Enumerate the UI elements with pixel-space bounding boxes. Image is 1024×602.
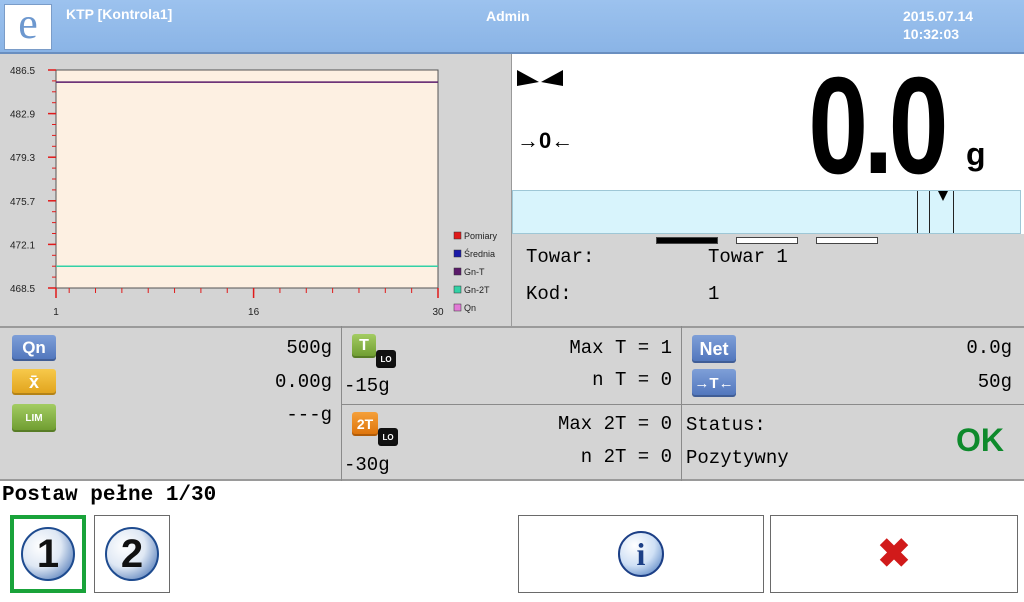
net-icon: Net [692, 335, 736, 363]
close-icon: ✖ [877, 532, 911, 576]
app-logo-icon: e [4, 2, 52, 50]
user-name: Admin [486, 8, 530, 24]
stability-icon [517, 70, 563, 86]
x-tick-label: 30 [432, 307, 444, 318]
legend-label: Gn-T [464, 267, 485, 277]
number-1-icon: 1 [21, 527, 75, 581]
t-value: -15g [344, 375, 390, 397]
x-axis: 1 16 30 [53, 288, 444, 318]
towar-label: Towar: [526, 246, 595, 268]
legend-swatch [453, 285, 462, 294]
max-t: Max T = 1 [569, 337, 672, 359]
status-ok-badge: OK [956, 422, 1004, 458]
net-value: 0.0g [966, 337, 1012, 359]
info-button[interactable]: i [518, 515, 764, 593]
n-t: n T = 0 [592, 369, 672, 391]
t-lo-icon: LO [376, 350, 396, 368]
page-indicator [736, 237, 798, 244]
date: 2015.07.14 [903, 8, 974, 24]
legend-swatch [453, 231, 462, 240]
legend-label: Qn [464, 303, 476, 313]
info-icon: i [618, 531, 664, 577]
control-chart: 486.5 482.9 479.3 475.7 472.1 468.5 1 16 30 Pom… [10, 66, 498, 318]
qn-icon: Qn [12, 335, 56, 361]
qn-value: 500g [286, 337, 332, 359]
control-chart-panel: 486.5 482.9 479.3 475.7 472.1 468.5 1 16 30 Pom… [0, 54, 512, 326]
bargraph-marker-icon [938, 191, 948, 201]
bargraph-threshold-line [917, 191, 918, 233]
weight-value: 0.0 [808, 49, 948, 203]
n-2t: n 2T = 0 [580, 446, 672, 468]
button-1[interactable]: 1 [10, 515, 86, 593]
chart-plot-area [55, 69, 439, 289]
y-tick-label: 475.7 [10, 197, 35, 208]
mean-value: 0.00g [274, 371, 332, 393]
y-tick-label: 482.9 [10, 110, 35, 121]
number-2-icon: 2 [105, 527, 159, 581]
towar-value: Towar 1 [708, 246, 788, 268]
2t-value: -30g [344, 454, 390, 476]
t-icon: T [352, 334, 376, 358]
2t-icon: 2T [352, 412, 378, 436]
mean-limit-icon: LIM [12, 404, 56, 432]
bargraph-threshold-line [953, 191, 954, 233]
y-tick-label: 472.1 [10, 240, 35, 251]
max-2t: Max 2T = 0 [557, 413, 672, 435]
zero-icon: →0← [517, 128, 574, 153]
legend-swatch [453, 303, 462, 312]
legend-label: Pomiary [464, 231, 498, 241]
time: 10:32:03 [903, 26, 960, 42]
legend-swatch [453, 249, 462, 258]
y-axis: 486.5 482.9 479.3 475.7 472.1 468.5 [10, 66, 56, 295]
tare-value: 50g [977, 371, 1012, 393]
status-value: Pozytywny [686, 447, 789, 469]
kod-label: Kod: [526, 283, 572, 305]
button-2[interactable]: 2 [94, 515, 170, 593]
mean-icon: x̄ [12, 369, 56, 395]
weight-unit: g [966, 136, 986, 172]
page-indicator-active [656, 237, 718, 244]
mean-limit-value: ---g [286, 404, 332, 426]
x-tick-label: 1 [53, 307, 59, 318]
chart-legend: Pomiary Średnia Gn-T Gn-2T Qn [453, 231, 498, 313]
operator-message: Postaw pełne 1/30 [2, 484, 217, 507]
legend-swatch [453, 267, 462, 276]
cancel-button[interactable]: ✖ [770, 515, 1018, 593]
weight-display [512, 54, 1024, 190]
app-title: KTP [Kontrola1] [66, 6, 173, 22]
y-tick-label: 479.3 [10, 153, 35, 164]
2t-lo-icon: LO [378, 428, 398, 446]
y-tick-label: 486.5 [10, 66, 35, 77]
x-tick-label: 16 [248, 307, 260, 318]
y-tick-label: 468.5 [10, 284, 35, 295]
tare-icon: →T← [692, 369, 736, 397]
page-indicator [816, 237, 878, 244]
legend-label: Gn-2T [464, 285, 490, 295]
bargraph-threshold-line [929, 191, 930, 233]
kod-value: 1 [708, 283, 720, 305]
status-label: Status: [686, 414, 766, 436]
load-bargraph [512, 190, 1021, 234]
divider [341, 404, 1024, 405]
legend-label: Średnia [464, 248, 495, 259]
